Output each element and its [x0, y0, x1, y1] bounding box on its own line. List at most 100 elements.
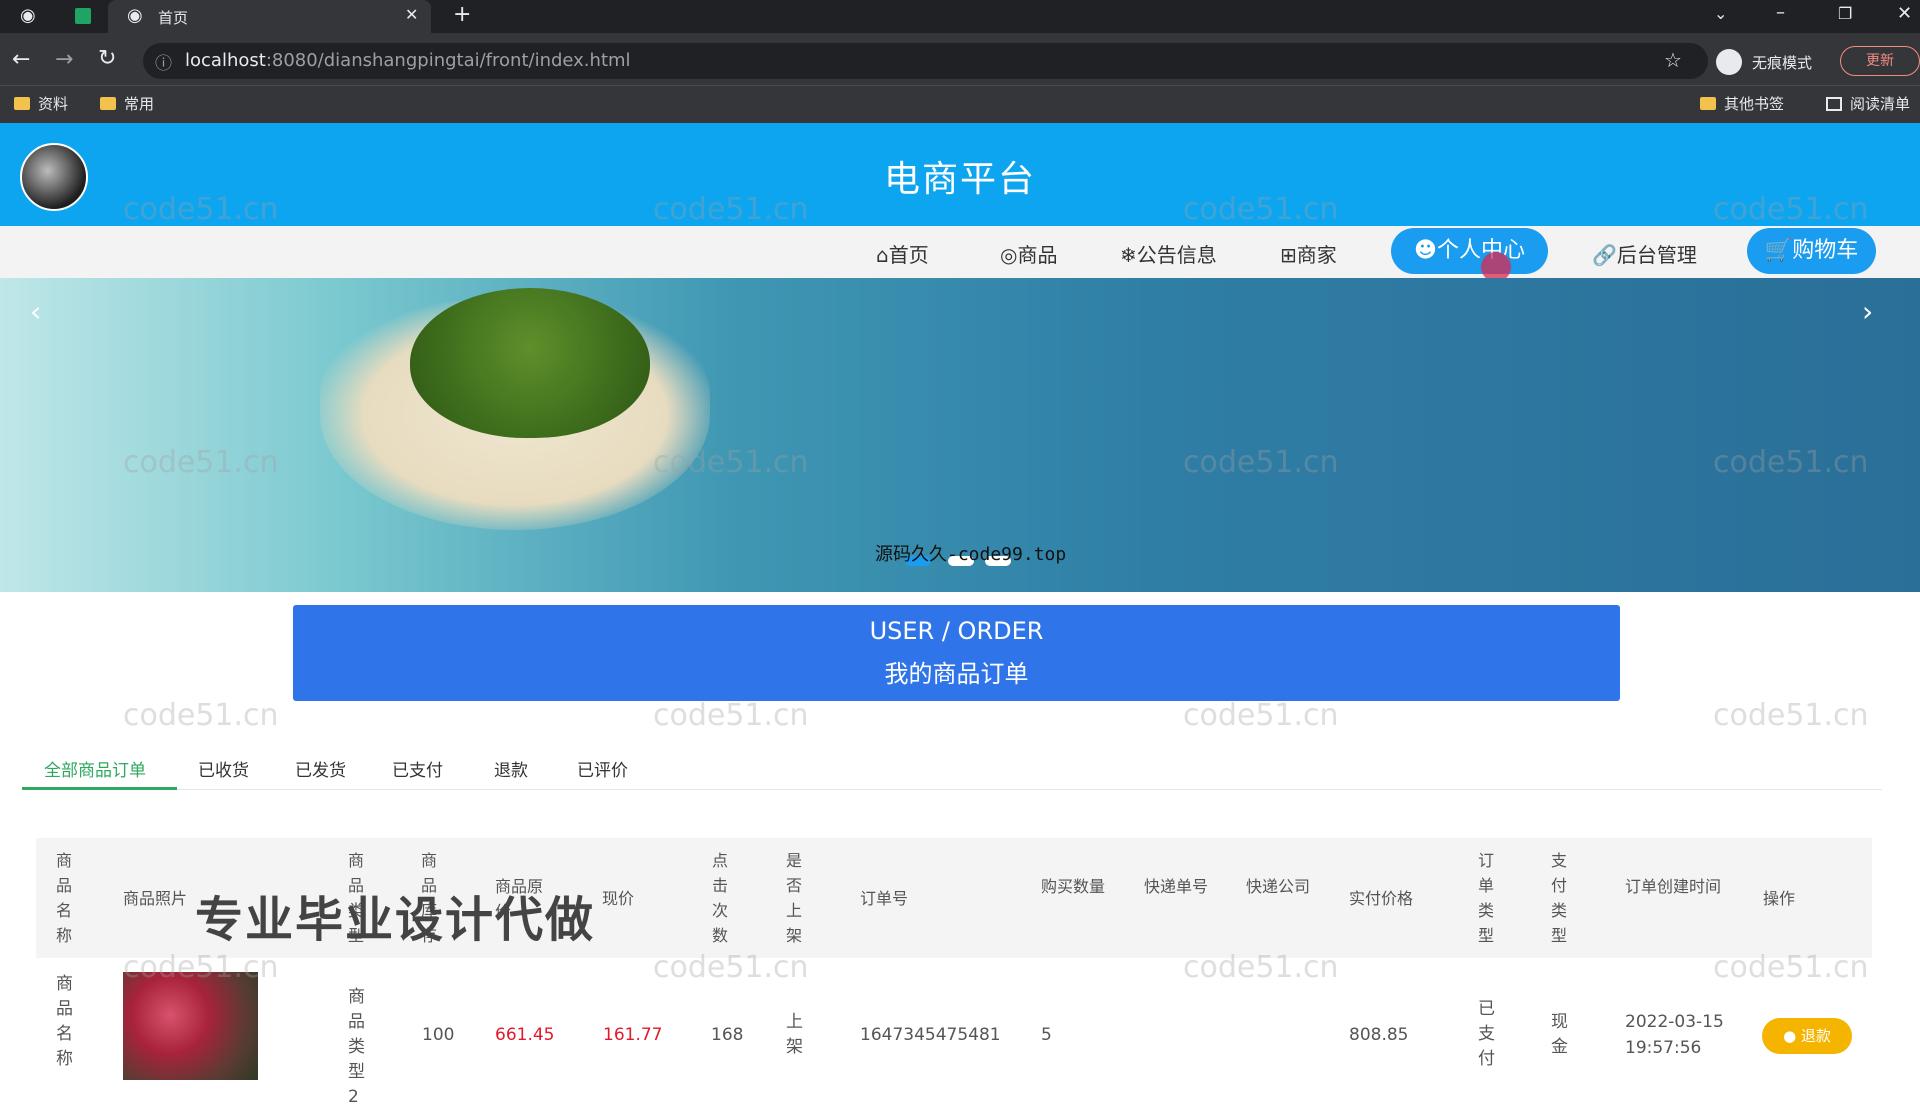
cell-stock: 100	[422, 1025, 455, 1045]
col-name: 商品名称	[56, 851, 73, 945]
col-created-time: 订单创建时间	[1625, 877, 1722, 896]
tabs-divider	[22, 789, 1882, 790]
col-clicks: 点击次数	[712, 851, 729, 945]
url-path: :8080/dianshangpingtai/front/index.html	[265, 50, 631, 71]
tab-close-icon[interactable]: ✕	[405, 5, 418, 24]
tab-refund[interactable]: 退款	[494, 756, 528, 781]
bookmark-folder-2[interactable]: 常用	[100, 93, 154, 114]
banner-island	[410, 288, 650, 438]
watermark-text: code51.cn	[1183, 950, 1339, 985]
nav-cart[interactable]: 🛒购物车	[1747, 228, 1876, 274]
watermark-text: code51.cn	[1183, 445, 1339, 480]
overlay-watermark: 专业毕业设计代做	[195, 892, 596, 948]
order-heading-cn: 我的商品订单	[884, 660, 1029, 688]
merchant-icon: ⊞	[1280, 243, 1297, 267]
nav-label: 首页	[888, 243, 929, 267]
cell-paid-price: 808.85	[1349, 1025, 1409, 1045]
watermark-text: code51.cn	[1183, 192, 1339, 227]
nav-notices[interactable]: ❄公告信息	[1120, 239, 1217, 268]
cell-quantity: 5	[1041, 1025, 1052, 1045]
cell-created-time: 19:57:56	[1625, 1038, 1702, 1058]
user-icon: ☻	[1414, 238, 1437, 263]
close-window-icon[interactable]: ✕	[1897, 3, 1912, 24]
product-photo[interactable]	[123, 972, 258, 1080]
info-icon[interactable]: ⓘ	[155, 49, 172, 74]
nav-admin[interactable]: 🔗后台管理	[1592, 239, 1697, 268]
reload-icon[interactable]: ↻	[98, 46, 116, 71]
cell-original-price: 661.45	[495, 1025, 555, 1045]
carousel-next-icon[interactable]: ›	[1862, 295, 1873, 328]
refund-icon: ●	[1783, 1027, 1801, 1045]
globe-icon: ◉	[127, 5, 143, 26]
tab-search-icon[interactable]: ⌄	[1714, 4, 1727, 23]
minimize-icon[interactable]: –	[1776, 2, 1785, 23]
other-bookmarks[interactable]: 其他书签	[1700, 93, 1784, 114]
nav-label: 个人中心	[1436, 238, 1525, 263]
col-tracking-no: 快递单号	[1144, 877, 1209, 896]
watermark-text: code51.cn	[1183, 698, 1339, 733]
nav-label: 购物车	[1792, 238, 1859, 263]
carousel-prev-icon[interactable]: ‹	[30, 295, 41, 328]
reading-list-icon	[1826, 97, 1842, 111]
site-title: 电商平台	[883, 159, 1036, 200]
cell-pay-type: 现金	[1551, 1012, 1568, 1057]
order-heading-en: USER / ORDER	[869, 617, 1044, 645]
tab-paid[interactable]: 已支付	[392, 756, 443, 781]
home-icon: ⌂	[876, 243, 889, 267]
bookmark-label: 其他书签	[1724, 95, 1785, 113]
update-button[interactable]: 更新	[1840, 46, 1920, 76]
active-tab-indicator	[22, 787, 177, 790]
col-courier: 快递公司	[1246, 877, 1311, 896]
col-order-no: 订单号	[860, 889, 909, 908]
link-icon: 🔗	[1592, 243, 1617, 267]
back-icon[interactable]: ←	[12, 47, 30, 72]
watermark-text: code51.cn	[653, 192, 809, 227]
nav-home[interactable]: ⌂首页	[876, 239, 929, 268]
cell-name: 商品名称	[56, 974, 73, 1069]
incognito-icon	[1716, 49, 1742, 75]
nav-user-center[interactable]: ☻个人中心	[1391, 228, 1548, 274]
nav-label: 公告信息	[1136, 243, 1217, 267]
folder-icon	[100, 97, 116, 110]
watermark-text: code51.cn	[123, 445, 279, 480]
watermark-text: code51.cn	[1713, 950, 1869, 985]
col-paid-price: 实付价格	[1349, 889, 1414, 908]
bookmark-star-icon[interactable]: ☆	[1664, 48, 1682, 72]
banner-watermark: 源码久久-code99.top	[875, 544, 1067, 565]
cell-clicks: 168	[711, 1025, 744, 1045]
nav-merchants[interactable]: ⊞商家	[1280, 239, 1337, 268]
reading-list[interactable]: 阅读清单	[1826, 93, 1910, 114]
url-text[interactable]: localhost:8080/dianshangpingtai/front/in…	[185, 50, 631, 71]
browser-tab-active[interactable]	[108, 0, 431, 33]
forward-icon[interactable]: →	[55, 47, 73, 72]
watermark-text: code51.cn	[123, 950, 279, 985]
tab-shipped[interactable]: 已发货	[295, 756, 346, 781]
bookmark-label: 常用	[124, 95, 155, 113]
new-tab-icon[interactable]: +	[453, 2, 471, 27]
url-host: localhost	[185, 50, 266, 71]
browser-logo-icon: ◉	[20, 5, 36, 26]
col-photo: 商品照片	[123, 889, 188, 908]
tab-received[interactable]: 已收货	[198, 756, 249, 781]
restore-icon[interactable]: ❐	[1838, 4, 1852, 23]
watermark-text: code51.cn	[653, 445, 809, 480]
nav-products[interactable]: ◎商品	[1000, 239, 1057, 268]
tab-all-orders[interactable]: 全部商品订单	[44, 756, 146, 781]
tab-title: 首页	[158, 9, 189, 27]
col-price: 现价	[602, 889, 635, 908]
product-icon: ◎	[1000, 243, 1018, 267]
snowflake-icon: ❄	[1120, 243, 1137, 267]
watermark-text: code51.cn	[1713, 445, 1869, 480]
nav-label: 商品	[1017, 243, 1058, 267]
bookmark-label: 阅读清单	[1850, 95, 1911, 113]
col-order-type: 订单类型	[1478, 851, 1495, 945]
refund-button[interactable]: ● 退款	[1762, 1018, 1852, 1054]
cell-type: 商品类型2	[348, 987, 365, 1107]
cell-price: 161.77	[603, 1025, 663, 1045]
cell-order-type: 已支付	[1478, 999, 1495, 1069]
sheet-tab-icon[interactable]	[75, 8, 91, 24]
incognito-label: 无痕模式	[1752, 54, 1813, 72]
tab-reviewed[interactable]: 已评价	[577, 756, 628, 781]
bookmark-folder-1[interactable]: 资料	[14, 93, 68, 114]
bookmarks-bar	[0, 85, 1920, 123]
